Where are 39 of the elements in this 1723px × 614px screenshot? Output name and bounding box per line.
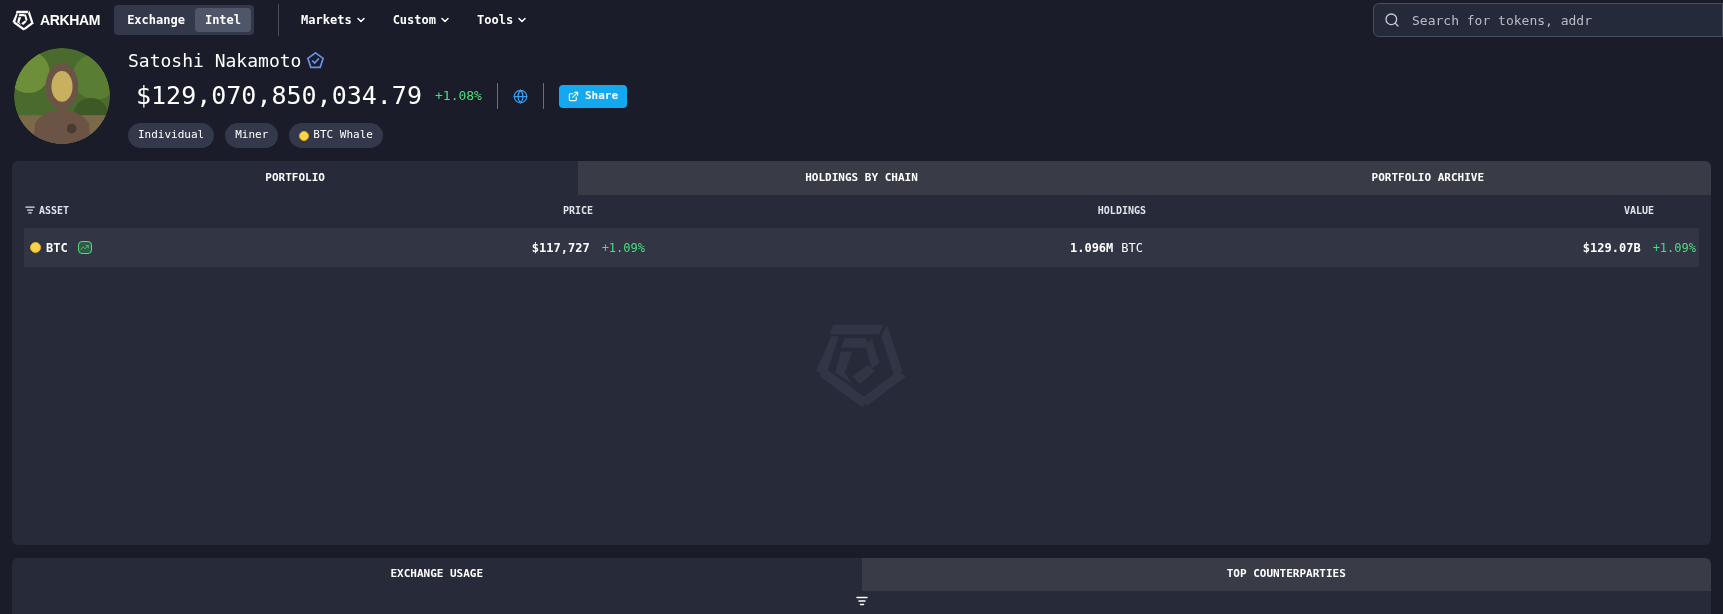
tag[interactable]: Miner [225, 123, 279, 148]
coin-icon [30, 242, 41, 253]
holdings: 1.096M [1069, 239, 1114, 257]
value: $129.07B [1582, 239, 1641, 257]
coin-icon [299, 130, 310, 141]
logo-icon [12, 9, 35, 31]
panel-tab[interactable]: PORTFOLIO ARCHIVE [1144, 161, 1711, 195]
asset-column-header[interactable]: ASSET [25, 202, 70, 218]
filter-icon [25, 205, 35, 215]
entity-name: Satoshi Nakamoto [128, 48, 302, 73]
price: $117,727 [531, 239, 590, 257]
tag[interactable]: Individual [128, 123, 215, 148]
balance-change: +1.08% [435, 87, 482, 106]
menu-dropdown[interactable]: Markets [301, 11, 367, 29]
trend-icon[interactable] [77, 241, 92, 254]
filter-icon[interactable] [855, 595, 868, 607]
menu-dropdown[interactable]: Custom [392, 11, 451, 29]
tag[interactable]: BTC Whale [289, 123, 383, 148]
share-icon [567, 90, 579, 102]
asset-row[interactable]: BTC $117,727 +1.09% 1.096M BTC $129.07B +1.09% [24, 228, 1699, 267]
menu-dropdown[interactable]: Tools [477, 11, 529, 29]
column-header[interactable]: PRICE [562, 202, 593, 218]
mode-tab[interactable]: Intel [194, 8, 252, 32]
column-header[interactable]: VALUE [1623, 202, 1654, 218]
panel-tab[interactable]: EXCHANGE USAGE [12, 558, 862, 591]
asset-name: BTC [46, 239, 68, 257]
price-change: +1.09% [601, 239, 645, 257]
globe-icon[interactable] [512, 88, 528, 104]
panel-tab[interactable]: HOLDINGS BY CHAIN [578, 161, 1145, 195]
balance: $129,070,850,034.79 [136, 80, 422, 113]
brand-name: ARKHAM [40, 10, 101, 30]
column-header[interactable]: HOLDINGS [1097, 202, 1146, 218]
mode-tab[interactable]: Exchange [117, 8, 195, 32]
search-icon [1384, 12, 1400, 28]
search-field[interactable]: Search for tokens, addr [1373, 3, 1723, 37]
holdings-unit: BTC [1121, 239, 1143, 257]
value-change: +1.09% [1652, 239, 1696, 257]
panel-tab[interactable]: PORTFOLIO [12, 161, 579, 195]
panel-tab[interactable]: TOP COUNTERPARTIES [861, 558, 1711, 591]
